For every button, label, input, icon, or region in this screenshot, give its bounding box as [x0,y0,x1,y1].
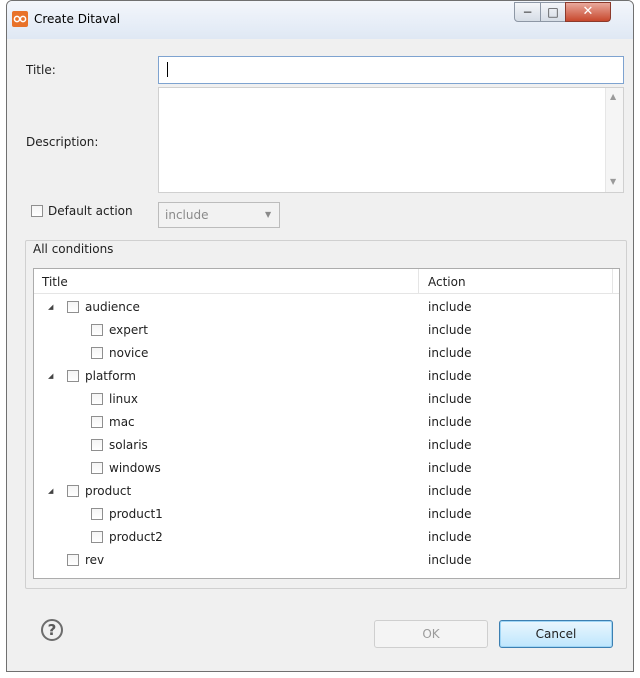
table-row[interactable]: novice include [34,342,619,365]
scroll-down-icon[interactable]: ▼ [610,177,616,186]
column-header-title[interactable]: Title [42,275,68,289]
expand-triangle-icon[interactable]: ◢ [48,372,53,380]
description-label: Description: [26,135,99,149]
dialog-content: Title: Description: ▲ ▼ Default action i… [7,39,633,671]
condition-checkbox[interactable] [91,416,103,428]
table-row[interactable]: ◢ audience include [34,296,619,319]
condition-checkbox[interactable] [91,462,103,474]
condition-checkbox[interactable] [67,301,79,313]
column-separator[interactable] [612,269,613,293]
table-header: Title Action [34,269,619,294]
condition-name: solaris [109,438,148,452]
condition-checkbox[interactable] [91,531,103,543]
maximize-button[interactable]: □ [540,2,566,22]
title-input[interactable] [158,56,624,84]
condition-checkbox[interactable] [91,508,103,520]
condition-action[interactable]: include [428,346,471,360]
table-row[interactable]: mac include [34,411,619,434]
table-row[interactable]: product2 include [34,526,619,549]
condition-name: product [85,484,132,498]
condition-action[interactable]: include [428,323,471,337]
conditions-table: Title Action ◢ audience include expert inclu… [33,268,620,579]
condition-action[interactable]: include [428,438,471,452]
condition-checkbox[interactable] [91,347,103,359]
condition-action[interactable]: include [428,300,471,314]
title-label: Title: [26,63,56,77]
condition-name: product1 [109,507,163,521]
ok-button: OK [374,620,488,648]
window-title: Create Ditaval [34,12,121,26]
condition-checkbox[interactable] [91,393,103,405]
column-header-action[interactable]: Action [428,275,466,289]
condition-name: windows [109,461,161,475]
condition-checkbox[interactable] [91,439,103,451]
expand-triangle-icon[interactable]: ◢ [48,303,53,311]
condition-checkbox[interactable] [67,554,79,566]
default-action-select[interactable]: include ▼ [158,202,280,228]
text-caret [167,62,168,77]
condition-action[interactable]: include [428,484,471,498]
cancel-button[interactable]: Cancel [499,620,613,648]
close-icon: ✕ [582,4,594,19]
maximize-icon: □ [547,5,559,19]
help-icon[interactable]: ? [41,619,63,641]
minimize-icon: − [522,5,533,19]
default-action-label: Default action [48,204,133,218]
condition-action[interactable]: include [428,507,471,521]
condition-checkbox[interactable] [91,324,103,336]
table-row[interactable]: ◢ product include [34,480,619,503]
app-icon [12,11,28,27]
condition-action[interactable]: include [428,415,471,429]
minimize-button[interactable]: − [514,2,541,22]
condition-checkbox[interactable] [67,485,79,497]
condition-name: product2 [109,530,163,544]
title-bar[interactable]: Create Ditaval − □ ✕ [7,1,633,40]
condition-name: expert [109,323,148,337]
default-action-value: include [165,208,209,222]
column-separator[interactable] [418,269,419,293]
close-button[interactable]: ✕ [565,2,611,22]
table-row[interactable]: solaris include [34,434,619,457]
condition-action[interactable]: include [428,530,471,544]
condition-name: rev [85,553,105,567]
table-row[interactable]: expert include [34,319,619,342]
table-row[interactable]: product1 include [34,503,619,526]
condition-action[interactable]: include [428,461,471,475]
condition-name: platform [85,369,136,383]
scroll-up-icon[interactable]: ▲ [610,92,616,101]
expand-triangle-icon[interactable]: ◢ [48,487,53,495]
condition-name: linux [109,392,138,406]
condition-action[interactable]: include [428,553,471,567]
table-row[interactable]: ◢ platform include [34,365,619,388]
condition-action[interactable]: include [428,369,471,383]
description-scrollbar[interactable]: ▲ ▼ [605,88,623,192]
table-row[interactable]: rev include [34,549,619,572]
table-row[interactable]: linux include [34,388,619,411]
condition-checkbox[interactable] [67,370,79,382]
condition-name: novice [109,346,149,360]
dropdown-arrow-icon: ▼ [265,210,272,219]
table-row[interactable]: windows include [34,457,619,480]
create-ditaval-dialog: Create Ditaval − □ ✕ Title: Description:… [6,0,634,672]
description-textarea[interactable]: ▲ ▼ [158,87,624,193]
condition-action[interactable]: include [428,392,471,406]
all-conditions-label: All conditions [31,242,116,256]
default-action-checkbox[interactable] [31,205,43,217]
condition-name: mac [109,415,135,429]
condition-name: audience [85,300,140,314]
